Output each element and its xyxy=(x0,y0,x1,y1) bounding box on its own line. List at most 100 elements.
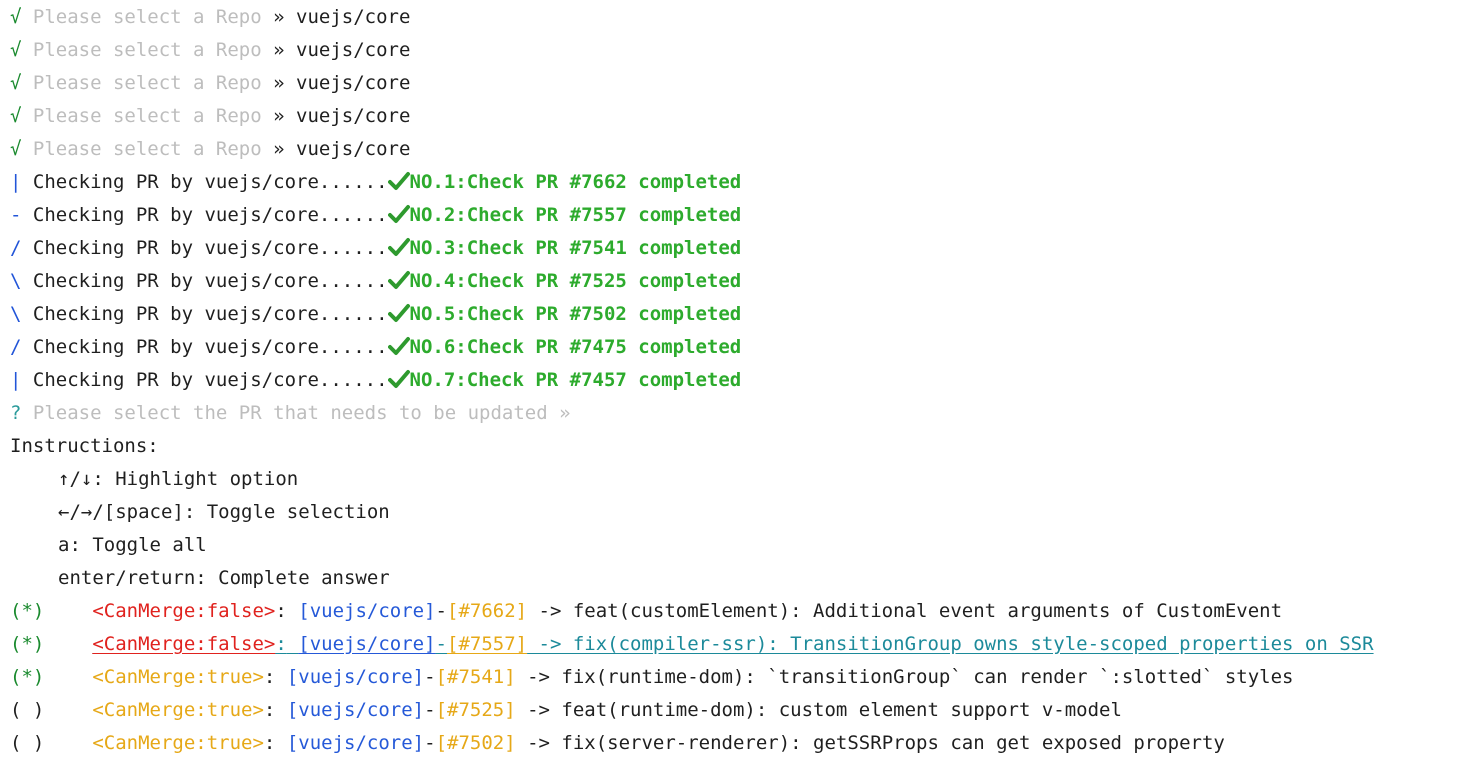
pr-number: [#7557] xyxy=(447,633,528,655)
done-mark: √ xyxy=(10,39,22,61)
prompt-separator: » xyxy=(273,138,285,160)
prompt-separator: » xyxy=(559,402,571,424)
option-checkbox[interactable]: (*) xyxy=(10,666,44,688)
checkmark-icon xyxy=(387,271,410,289)
checkmark-icon xyxy=(387,337,410,355)
option-checkbox[interactable]: (*) xyxy=(10,600,44,622)
repo-answer: vuejs/core xyxy=(296,6,411,28)
check-text: Checking PR by vuejs/core...... xyxy=(32,303,388,325)
can-merge-status: <CanMerge:true> xyxy=(92,732,264,754)
pr-number: [#7662] xyxy=(447,600,528,622)
checkmark-icon xyxy=(387,370,410,388)
repo-label: [vuejs/core] xyxy=(286,666,425,688)
check-text: Checking PR by vuejs/core...... xyxy=(32,270,388,292)
pr-description: -> fix(compiler-ssr): TransitionGroup ow… xyxy=(527,633,1374,655)
repo-label: [vuejs/core] xyxy=(286,732,425,754)
pr-option[interactable]: (*) <CanMerge:true>: [vuejs/core]-[#7541]… xyxy=(10,664,1468,697)
done-mark: √ xyxy=(10,72,22,94)
done-mark: √ xyxy=(10,105,22,127)
check-result: NO.3:Check PR #7541 completed xyxy=(409,237,742,259)
prompt-separator: » xyxy=(273,6,285,28)
pr-description: -> fix(runtime-dom): `transitionGroup` c… xyxy=(515,666,1294,688)
pr-option[interactable]: (*) <CanMerge:false>: [vuejs/core]-[#7662… xyxy=(10,598,1468,631)
pr-description: -> feat(runtime-dom): custom element sup… xyxy=(515,699,1122,721)
check-result: NO.2:Check PR #7557 completed xyxy=(409,204,742,226)
checkmark-icon xyxy=(387,238,410,256)
check-line: \ Checking PR by vuejs/core...... NO.5:Ch… xyxy=(10,301,1468,334)
check-result: NO.5:Check PR #7502 completed xyxy=(409,303,742,325)
checkmark-icon xyxy=(387,172,410,190)
check-line: / Checking PR by vuejs/core...... NO.3:Ch… xyxy=(10,235,1468,268)
terminal-output: √ Please select a Repo » vuejs/core √ Pl… xyxy=(0,0,1468,763)
check-text: Checking PR by vuejs/core...... xyxy=(32,171,388,193)
spinner-glyph: | xyxy=(10,171,22,193)
instruction-item: a: Toggle all xyxy=(58,534,207,556)
pr-option-highlighted[interactable]: (*) <CanMerge:false>: [vuejs/core]-[#7557… xyxy=(10,631,1468,664)
prompt-separator: » xyxy=(273,72,285,94)
repo-prompt-text: Please select a Repo xyxy=(32,105,262,127)
pr-option[interactable]: ( ) <CanMerge:true>: [vuejs/core]-[#7502]… xyxy=(10,730,1468,763)
repo-prompt-text: Please select a Repo xyxy=(32,72,262,94)
done-mark: √ xyxy=(10,138,22,160)
can-merge-status: <CanMerge:true> xyxy=(92,699,264,721)
pr-description: -> feat(customElement): Additional event… xyxy=(527,600,1283,622)
pr-number: [#7525] xyxy=(435,699,516,721)
option-checkbox[interactable]: ( ) xyxy=(10,699,44,721)
check-line: - Checking PR by vuejs/core...... NO.2:Ch… xyxy=(10,202,1468,235)
can-merge-status: <CanMerge:false> xyxy=(92,600,276,622)
can-merge-status: <CanMerge:false> xyxy=(92,633,276,655)
checkmark-icon xyxy=(387,205,410,223)
repo-prompt-line: √ Please select a Repo » vuejs/core xyxy=(10,37,1468,70)
pr-description: -> fix(server-renderer): getSSRProps can… xyxy=(515,732,1225,754)
spinner-glyph: / xyxy=(10,336,22,358)
repo-prompt-text: Please select a Repo xyxy=(32,39,262,61)
repo-answer: vuejs/core xyxy=(296,72,411,94)
check-result: NO.6:Check PR #7475 completed xyxy=(409,336,742,358)
repo-label: [vuejs/core] xyxy=(286,699,425,721)
checkmark-icon xyxy=(387,304,410,322)
option-checkbox[interactable]: (*) xyxy=(10,633,44,655)
repo-answer: vuejs/core xyxy=(296,39,411,61)
check-line: \ Checking PR by vuejs/core...... NO.4:Ch… xyxy=(10,268,1468,301)
prompt-separator: » xyxy=(273,39,285,61)
instruction-item: ←/→/[space]: Toggle selection xyxy=(58,501,390,523)
question-mark: ? xyxy=(10,402,22,424)
check-result: NO.7:Check PR #7457 completed xyxy=(409,369,742,391)
check-result: NO.1:Check PR #7662 completed xyxy=(409,171,742,193)
prompt-separator: » xyxy=(273,105,285,127)
check-line: | Checking PR by vuejs/core...... NO.1:Ch… xyxy=(10,169,1468,202)
repo-prompt-line: √ Please select a Repo » vuejs/core xyxy=(10,103,1468,136)
spinner-glyph: \ xyxy=(10,270,22,292)
pr-select-prompt: ? Please select the PR that needs to be … xyxy=(10,400,1468,433)
check-text: Checking PR by vuejs/core...... xyxy=(32,336,388,358)
pr-select-prompt-text: Please select the PR that needs to be up… xyxy=(32,402,548,424)
repo-label: [vuejs/core] xyxy=(298,600,436,622)
repo-prompt-text: Please select a Repo xyxy=(32,6,262,28)
repo-prompt-text: Please select a Repo xyxy=(32,138,262,160)
done-mark: √ xyxy=(10,6,22,28)
pr-option[interactable]: ( ) <CanMerge:true>: [vuejs/core]-[#7525]… xyxy=(10,697,1468,730)
check-text: Checking PR by vuejs/core...... xyxy=(32,237,388,259)
repo-answer: vuejs/core xyxy=(296,105,411,127)
check-result: NO.4:Check PR #7525 completed xyxy=(409,270,742,292)
repo-prompt-line: √ Please select a Repo » vuejs/core xyxy=(10,70,1468,103)
repo-prompt-line: √ Please select a Repo » vuejs/core xyxy=(10,4,1468,37)
option-checkbox[interactable]: ( ) xyxy=(10,732,44,754)
repo-prompt-line: √ Please select a Repo » vuejs/core xyxy=(10,136,1468,169)
check-text: Checking PR by vuejs/core...... xyxy=(32,369,388,391)
check-line: / Checking PR by vuejs/core...... NO.6:Ch… xyxy=(10,334,1468,367)
check-line: | Checking PR by vuejs/core...... NO.7:Ch… xyxy=(10,367,1468,400)
repo-answer: vuejs/core xyxy=(296,138,411,160)
spinner-glyph: | xyxy=(10,369,22,391)
instruction-item: enter/return: Complete answer xyxy=(58,567,390,589)
instructions-title: Instructions: xyxy=(10,435,159,457)
can-merge-status: <CanMerge:true> xyxy=(92,666,264,688)
instruction-item: ↑/↓: Highlight option xyxy=(58,468,299,490)
repo-label: [vuejs/core] xyxy=(298,633,436,655)
spinner-glyph: - xyxy=(10,204,22,226)
spinner-glyph: \ xyxy=(10,303,22,325)
pr-number: [#7502] xyxy=(435,732,516,754)
check-text: Checking PR by vuejs/core...... xyxy=(32,204,388,226)
spinner-glyph: / xyxy=(10,237,22,259)
pr-number: [#7541] xyxy=(435,666,516,688)
